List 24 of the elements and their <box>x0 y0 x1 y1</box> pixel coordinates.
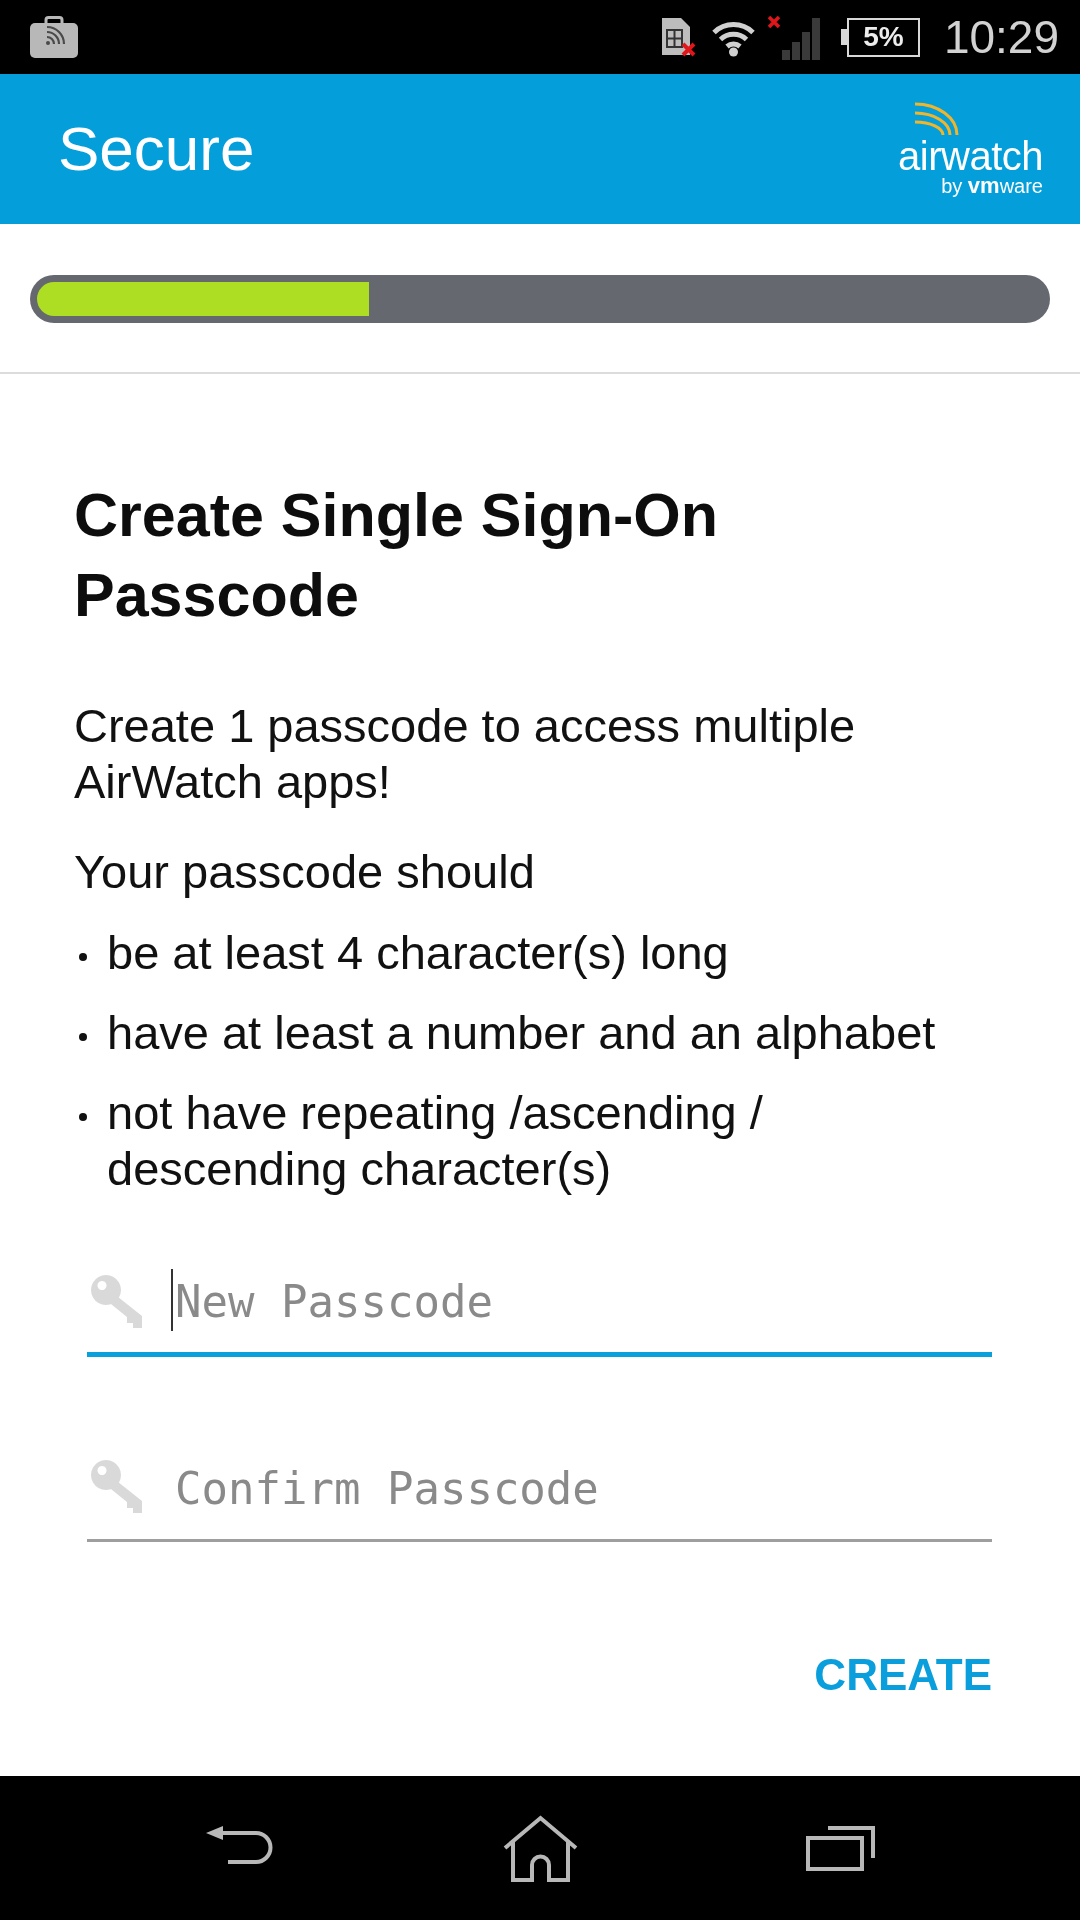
rules-heading: Your passcode should <box>74 844 536 900</box>
bullet-icon <box>79 953 87 961</box>
create-button[interactable]: CREATE <box>802 1635 1004 1715</box>
no-signal-icon <box>766 14 822 60</box>
passcode-field[interactable]: Confirm Passcode <box>87 1442 992 1542</box>
logo-byline: by vmware <box>941 174 1043 197</box>
key-icon <box>89 1458 144 1513</box>
logo-name: airwatch <box>898 136 1043 175</box>
intro-text: Create 1 passcode to access multiple AirWatch apps! <box>74 698 857 810</box>
home-icon[interactable] <box>501 1814 579 1882</box>
key-icon <box>89 1273 144 1328</box>
app-title: Secure <box>58 114 255 184</box>
briefcase-icon <box>29 15 79 59</box>
battery-indicator: 5% <box>840 17 920 57</box>
status-time: 10:29 <box>943 12 1059 62</box>
recent-apps-icon[interactable] <box>805 1825 875 1871</box>
page-heading: Create Single Sign-On Passcode <box>74 480 719 631</box>
signal-arcs-icon <box>913 101 960 137</box>
rule-text: not have repeating /ascending / descending character(s) <box>107 1085 764 1197</box>
bullet-icon <box>79 1033 87 1041</box>
rule-text: have at least a number and an alphabet <box>107 1005 936 1061</box>
rule-text: be at least 4 character(s) long <box>107 925 729 981</box>
text-cursor-icon <box>171 1269 173 1331</box>
bullet-icon <box>79 1113 87 1121</box>
